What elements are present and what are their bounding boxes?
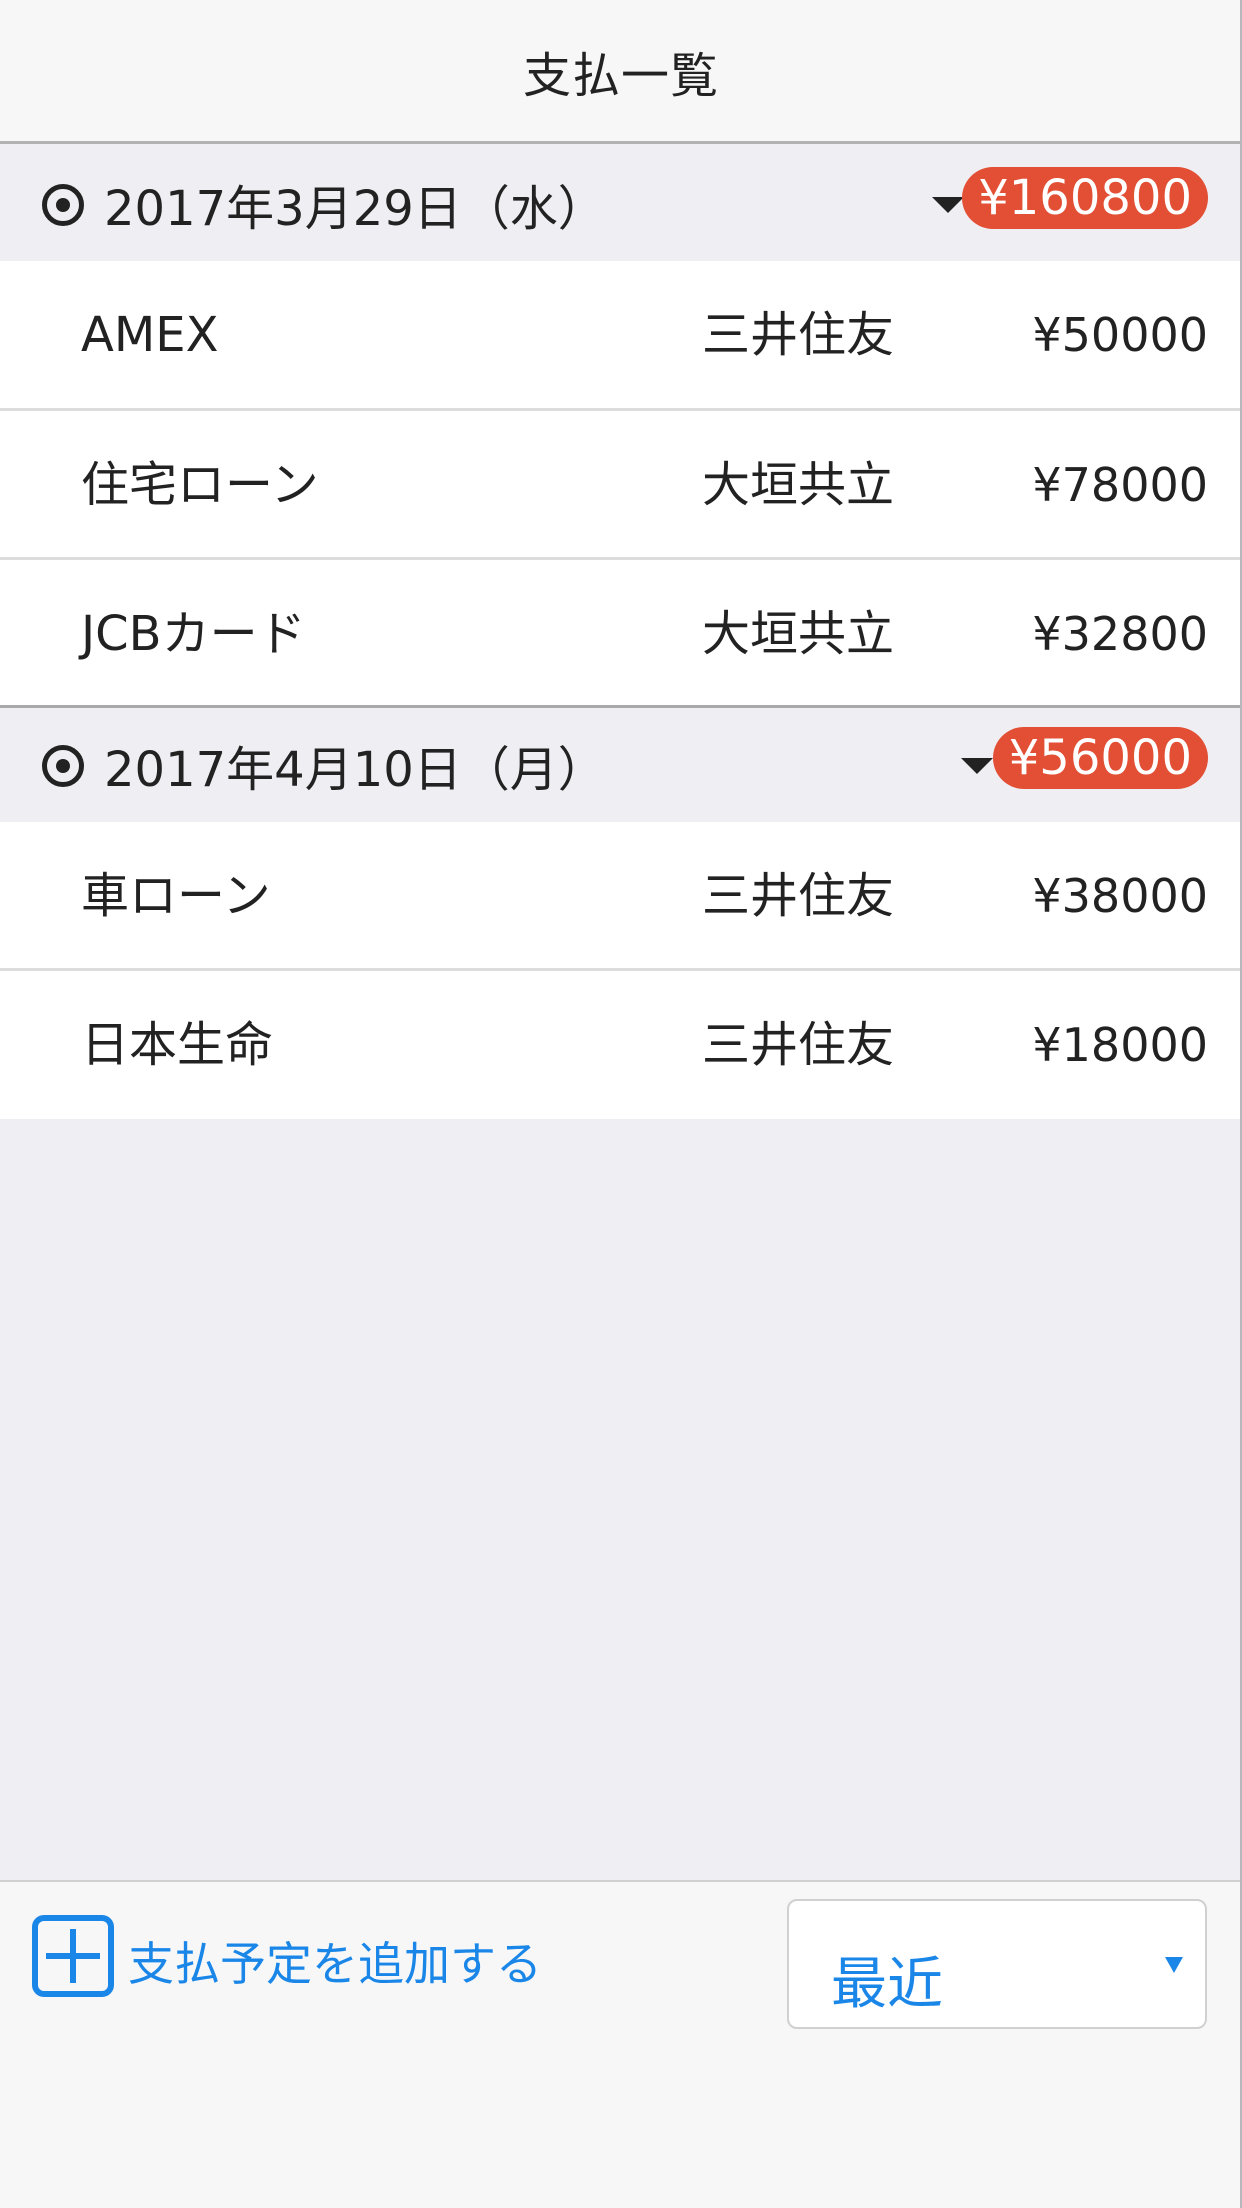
section-date: 2017年3月29日（水） [104,181,606,237]
plus-square-icon[interactable] [32,1915,114,1997]
range-select-value: 最近 [831,1952,943,2017]
total-badge: ¥160800 [962,167,1208,229]
page-title: 支払一覧 [522,47,719,104]
section-header-march-29[interactable]: 2017年3月29日（水） ¥160800 [0,147,1242,261]
payment-bank: 大垣共立 [702,606,895,662]
payment-bank: 三井住友 [702,868,895,924]
radio-dot-icon [42,745,84,787]
payment-bank: 大垣共立 [702,457,895,513]
payment-amount: ¥18000 [1032,1018,1208,1072]
payment-amount: ¥78000 [1032,458,1208,512]
caret-down-icon[interactable] [961,758,993,774]
list-item[interactable]: AMEX 三井住友 ¥50000 [0,261,1242,409]
add-payment-label[interactable]: 支払予定を追加する [128,1928,542,1994]
payment-name: AMEX [81,307,219,363]
chevron-down-icon [1165,1957,1183,1973]
list-item[interactable]: 住宅ローン 大垣共立 ¥78000 [0,411,1242,559]
section-header-april-10[interactable]: 2017年4月10日（月） ¥56000 [0,708,1242,822]
app-screen: 支払一覧 2017年3月29日（水） ¥160800 AMEX 三井住友 ¥50… [0,0,1242,2208]
payment-bank: 三井住友 [702,307,895,363]
list-item[interactable]: JCBカード 大垣共立 ¥32800 [0,560,1242,708]
caret-down-icon[interactable] [932,197,964,213]
navigation-bar: 支払一覧 [0,0,1242,144]
payment-amount: ¥38000 [1032,869,1208,923]
section-date: 2017年4月10日（月） [104,742,606,798]
payment-amount: ¥32800 [1032,607,1208,661]
payment-name: 車ローン [81,868,271,924]
bottom-toolbar: 支払予定を追加する 最近 [0,1880,1242,2208]
payment-name: 住宅ローン [81,457,319,513]
payment-amount: ¥50000 [1032,308,1208,362]
payment-name: JCBカード [81,606,306,662]
radio-dot-icon [42,184,84,226]
payment-bank: 三井住友 [702,1017,895,1073]
list-item[interactable]: 日本生命 三井住友 ¥18000 [0,971,1242,1119]
list-item[interactable]: 車ローン 三井住友 ¥38000 [0,822,1242,970]
payment-name: 日本生命 [81,1017,274,1073]
total-badge: ¥56000 [992,727,1208,789]
range-select[interactable]: 最近 [787,1899,1207,2029]
